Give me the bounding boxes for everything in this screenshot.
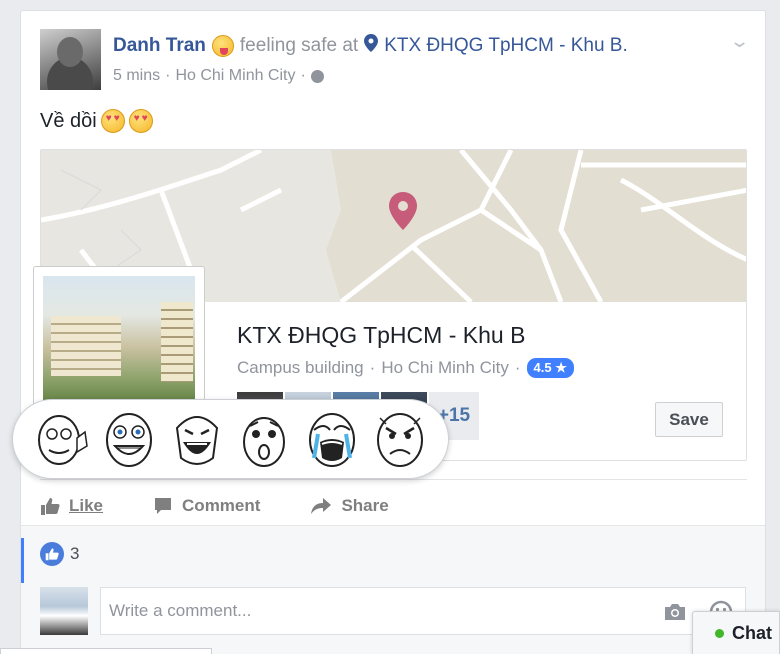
place-photo — [43, 276, 195, 406]
meta-separator: · — [300, 67, 306, 84]
online-status-icon — [715, 628, 724, 638]
place-thumbnail[interactable] — [33, 266, 205, 406]
chat-tab[interactable]: Chat — [692, 611, 780, 654]
comment-composer — [21, 583, 765, 654]
like-button[interactable]: Like — [40, 496, 103, 516]
post-header: Danh Tran feeling safe at KTX ĐHQG TpHCM… — [113, 34, 628, 57]
place-separator: · — [514, 358, 521, 377]
heart-eyes-emoji-icon — [100, 109, 125, 133]
meta-separator: · — [165, 67, 171, 84]
share-button[interactable]: Share — [310, 496, 389, 516]
place-separator: · — [369, 358, 376, 377]
chevron-down-icon[interactable]: ⌄ — [729, 31, 750, 52]
place-subtitle: Campus building · Ho Chi Minh City · 4.5… — [237, 358, 574, 378]
comment-label: Comment — [182, 496, 261, 515]
heart-eyes-emoji-icon — [128, 109, 153, 133]
share-label: Share — [341, 496, 389, 515]
rage-face-angry-icon[interactable] — [372, 408, 428, 470]
share-icon — [311, 498, 332, 514]
rage-face-crying-icon[interactable] — [304, 408, 360, 470]
tongue-emoji-icon — [211, 34, 234, 57]
like-count[interactable]: 3 — [70, 544, 79, 564]
post-text: Về dồi — [40, 109, 153, 133]
comment-button[interactable]: Comment — [153, 496, 260, 516]
commenter-avatar — [40, 587, 88, 635]
divider — [40, 479, 747, 480]
post-meta: 5 mins · Ho Chi Minh City · — [113, 67, 324, 85]
bottom-bar — [0, 648, 212, 654]
place-category: Campus building — [237, 358, 364, 377]
place-name[interactable]: KTX ĐHQG TpHCM - Khu B — [237, 322, 525, 349]
author-name[interactable]: Danh Tran — [113, 35, 206, 57]
post-message: Về dồi — [40, 109, 97, 132]
post-time[interactable]: 5 mins — [113, 67, 160, 85]
author-avatar[interactable] — [40, 29, 101, 90]
rage-face-surprised-icon[interactable] — [236, 408, 292, 470]
like-reaction-icon[interactable] — [40, 542, 64, 566]
reaction-picker — [12, 399, 449, 479]
globe-icon[interactable] — [310, 69, 324, 83]
post-actions: Like Comment Share — [40, 491, 389, 521]
comment-icon — [155, 498, 172, 514]
feeling-text: feeling safe at — [239, 34, 359, 56]
chat-label: Chat — [732, 622, 772, 643]
camera-icon[interactable] — [663, 603, 687, 621]
like-label: Like — [69, 496, 104, 515]
reactions-summary: 3 — [21, 525, 765, 584]
like-icon — [41, 498, 60, 515]
map-pin-icon — [364, 34, 379, 57]
rage-face-thumbs-icon[interactable] — [33, 408, 89, 470]
post-location[interactable]: Ho Chi Minh City — [175, 67, 295, 85]
place-city: Ho Chi Minh City — [381, 358, 509, 377]
comment-input[interactable] — [100, 587, 746, 635]
place-link[interactable]: KTX ĐHQG TpHCM - Khu B. — [384, 35, 628, 57]
rage-face-happy-icon[interactable] — [101, 408, 157, 470]
rage-face-laughing-icon[interactable] — [169, 408, 225, 470]
save-button[interactable]: Save — [655, 402, 723, 437]
rating-badge[interactable]: 4.5 ★ — [526, 358, 574, 378]
